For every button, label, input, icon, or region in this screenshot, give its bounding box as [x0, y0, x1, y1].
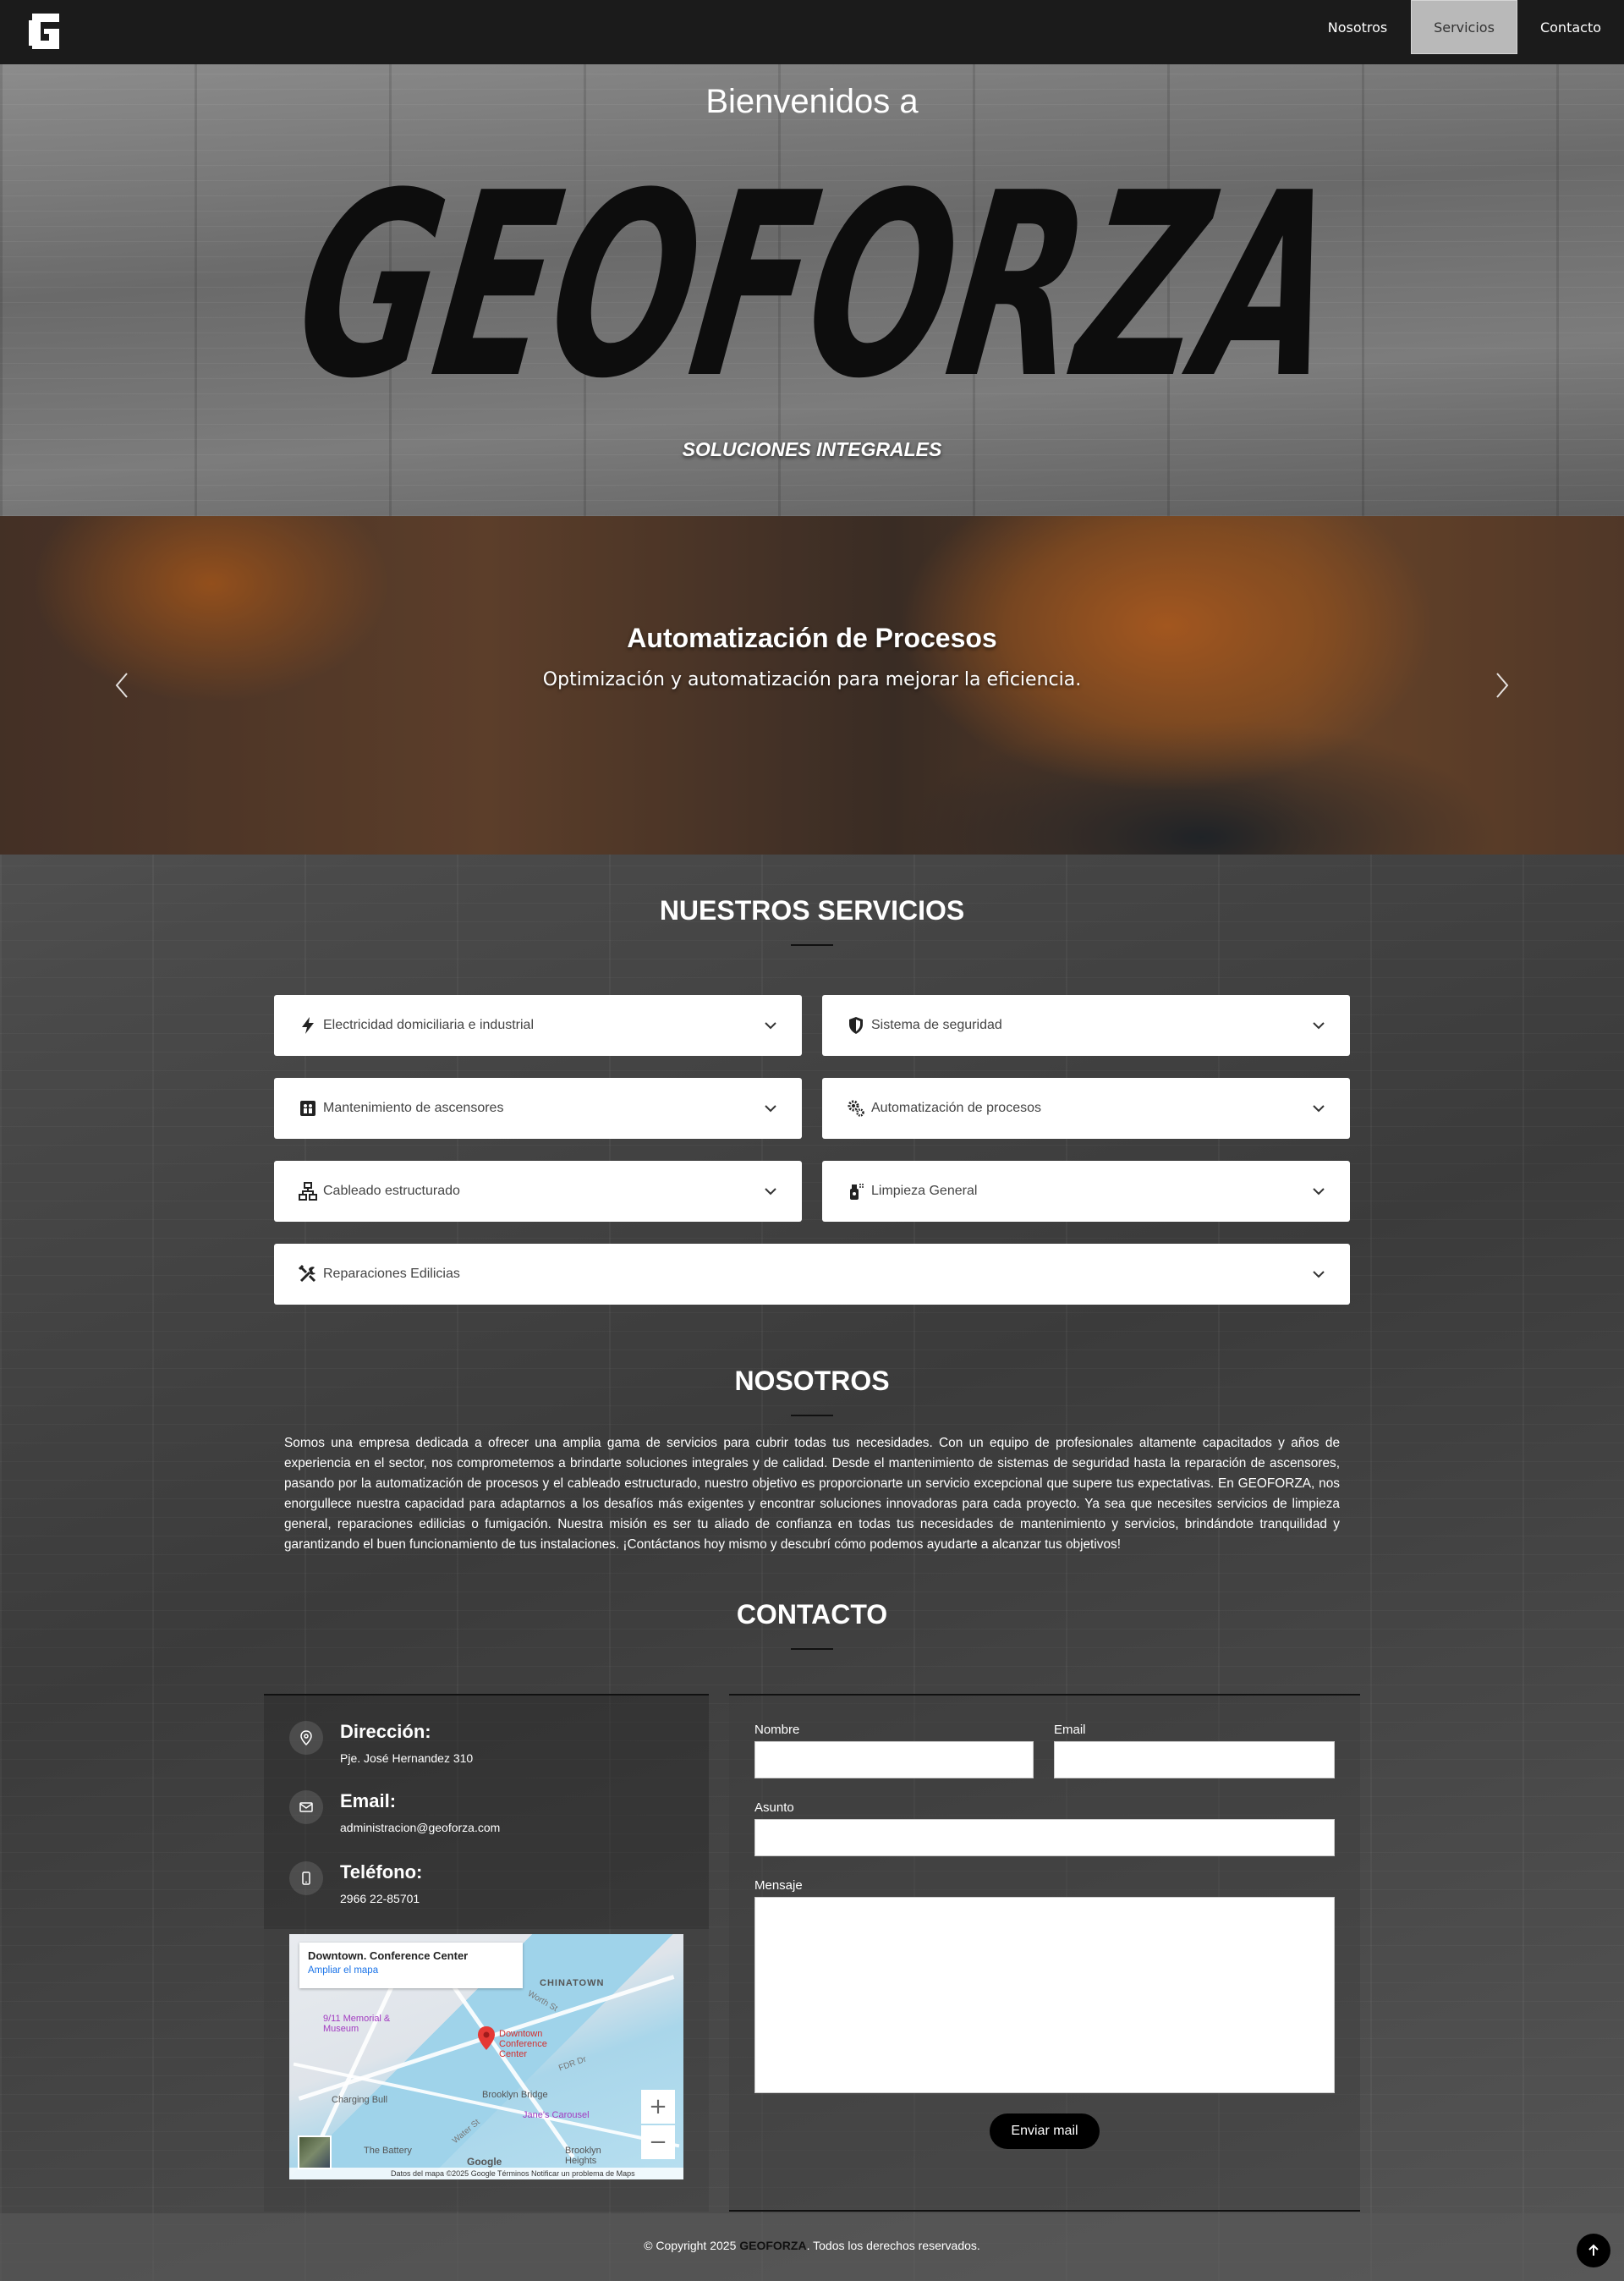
hero-brand-text: GEOFORZA	[288, 152, 1336, 398]
message-label: Mensaje	[754, 1878, 803, 1893]
nav-links: Nosotros Servicios Contacto	[1304, 0, 1624, 54]
nav-nosotros[interactable]: Nosotros	[1304, 0, 1411, 54]
map-label: The Battery	[364, 2146, 412, 2156]
services-heading-line	[791, 944, 833, 946]
google-map[interactable]: Downtown. Conference Center Ampliar el m…	[289, 1934, 683, 2179]
geoforza-logo[interactable]	[25, 12, 63, 51]
service-label: Automatización de procesos	[871, 1101, 1041, 1115]
map-zoom-in-button[interactable]: +	[641, 2090, 675, 2124]
copyright-suffix: . Todos los derechos reservados.	[806, 2239, 980, 2252]
service-label: Electricidad domiciliaria e industrial	[323, 1018, 534, 1032]
google-logo: Google	[467, 2156, 502, 2168]
hero-brand-logo: GEOFORZA	[288, 152, 1336, 398]
carousel-caption: Automatización de Procesos Optimización …	[0, 623, 1624, 690]
shield-icon	[849, 1017, 863, 1034]
email-field[interactable]	[1054, 1741, 1335, 1778]
nav-contacto[interactable]: Contacto	[1517, 0, 1624, 54]
map-pin-icon	[478, 2026, 495, 2050]
service-electricidad[interactable]: Electricidad domiciliaria e industrial	[274, 995, 802, 1056]
service-label: Limpieza General	[871, 1184, 978, 1198]
network-icon	[299, 1182, 317, 1201]
map-zoom-out-button[interactable]: −	[641, 2125, 675, 2159]
map-label: 9/11 Memorial & Museum	[323, 2014, 391, 2034]
footer-copyright: © Copyright 2025 GEOFORZA. Todos los der…	[0, 2239, 1624, 2252]
send-mail-button[interactable]: Enviar mail	[990, 2113, 1100, 2149]
hero-welcome: Bienvenidos a	[705, 83, 919, 120]
nav-servicios[interactable]: Servicios	[1411, 0, 1517, 54]
chevron-down-icon	[1313, 1022, 1325, 1030]
carousel-text: Optimización y automatización para mejor…	[542, 669, 1082, 690]
footer-brand: GEOFORZA	[739, 2239, 807, 2252]
email-value[interactable]: administracion@geoforza.com	[340, 1821, 500, 1834]
phone-item: Teléfono: 2966 22-85701	[289, 1861, 422, 1905]
map-enlarge-link[interactable]: Ampliar el mapa	[308, 1965, 514, 1976]
gears-icon	[848, 1100, 864, 1117]
address-item: Dirección: Pje. José Hernandez 310	[289, 1721, 473, 1765]
services-carousel: Automatización de Procesos Optimización …	[0, 516, 1624, 855]
contact-heading-line	[791, 1648, 833, 1650]
chevron-down-icon	[765, 1105, 776, 1113]
service-label: Mantenimiento de ascensores	[323, 1101, 504, 1115]
carousel-next-arrow[interactable]	[1489, 668, 1514, 702]
arrow-up-icon	[1588, 2244, 1599, 2256]
message-field[interactable]	[754, 1897, 1335, 2093]
service-label: Reparaciones Edilicias	[323, 1267, 460, 1281]
service-cableado[interactable]: Cableado estructurado	[274, 1161, 802, 1222]
email-item: Email: administracion@geoforza.com	[289, 1790, 500, 1834]
service-limpieza[interactable]: Limpieza General	[822, 1161, 1350, 1222]
email-label: Email	[1054, 1723, 1086, 1737]
map-label: Worth St	[525, 1989, 559, 2014]
contact-heading: CONTACTO	[736, 1599, 888, 1630]
copyright-prefix: © Copyright 2025	[644, 2239, 740, 2252]
scroll-to-top-button[interactable]	[1577, 2234, 1610, 2267]
about-heading-line	[791, 1415, 833, 1416]
map-label: Jane's Carousel	[523, 2110, 590, 2120]
spray-bottle-icon	[850, 1184, 864, 1200]
name-field[interactable]	[754, 1741, 1034, 1778]
carousel-title: Automatización de Procesos	[627, 623, 997, 653]
service-label: Cableado estructurado	[323, 1184, 460, 1198]
map-label: Brooklyn Heights	[565, 2146, 601, 2166]
chevron-down-icon	[765, 1188, 776, 1195]
chevron-down-icon	[765, 1022, 776, 1030]
about-text: Somos una empresa dedicada a ofrecer una…	[284, 1436, 1340, 1552]
map-label: Water St	[450, 2117, 482, 2146]
service-ascensores[interactable]: Mantenimiento de ascensores	[274, 1078, 802, 1139]
services-heading: NUESTROS SERVICIOS	[659, 895, 965, 926]
navbar: Nosotros Servicios Contacto	[0, 0, 1624, 64]
map-label: Charging Bull	[332, 2095, 388, 2105]
phone-value[interactable]: 2966 22-85701	[340, 1892, 422, 1905]
map-info-card: Downtown. Conference Center Ampliar el m…	[299, 1943, 523, 1988]
map-label: Downtown Conference Center	[499, 2029, 547, 2059]
chevron-down-icon	[1313, 1271, 1325, 1278]
bolt-icon	[302, 1017, 314, 1034]
address-value: Pje. José Hernandez 310	[340, 1751, 474, 1765]
tools-icon	[298, 1264, 316, 1283]
location-pin-icon	[289, 1721, 323, 1755]
elevator-icon	[300, 1101, 315, 1116]
service-reparaciones[interactable]: Reparaciones Edilicias	[274, 1244, 1350, 1305]
about-heading: NOSOTROS	[734, 1366, 890, 1396]
map-satellite-toggle[interactable]	[298, 2135, 332, 2169]
service-automatizacion[interactable]: Automatización de procesos	[822, 1078, 1350, 1139]
footer: © Copyright 2025 GEOFORZA. Todos los der…	[0, 2213, 1624, 2281]
service-label: Sistema de seguridad	[871, 1018, 1002, 1032]
hero-tagline: SOLUCIONES INTEGRALES	[682, 438, 942, 460]
map-card-title: Downtown. Conference Center	[308, 1949, 469, 1962]
name-label: Nombre	[754, 1723, 800, 1737]
subject-label: Asunto	[754, 1800, 794, 1815]
address-title: Dirección:	[340, 1721, 431, 1742]
hero-section: Bienvenidos a GEOFORZA SOLUCIONES INTEGR…	[0, 64, 1624, 516]
email-title: Email:	[340, 1790, 397, 1811]
phone-title: Teléfono:	[340, 1861, 423, 1883]
map-label: Brooklyn Bridge	[482, 2090, 548, 2100]
map-attribution: Datos del mapa ©2025 Google Términos Not…	[289, 2168, 683, 2179]
subject-field[interactable]	[754, 1819, 1335, 1856]
envelope-icon	[289, 1790, 323, 1824]
service-seguridad[interactable]: Sistema de seguridad	[822, 995, 1350, 1056]
phone-icon	[289, 1861, 323, 1895]
map-label: CHINATOWN	[540, 1978, 605, 1988]
chevron-down-icon	[1313, 1105, 1325, 1113]
chevron-down-icon	[1313, 1188, 1325, 1195]
